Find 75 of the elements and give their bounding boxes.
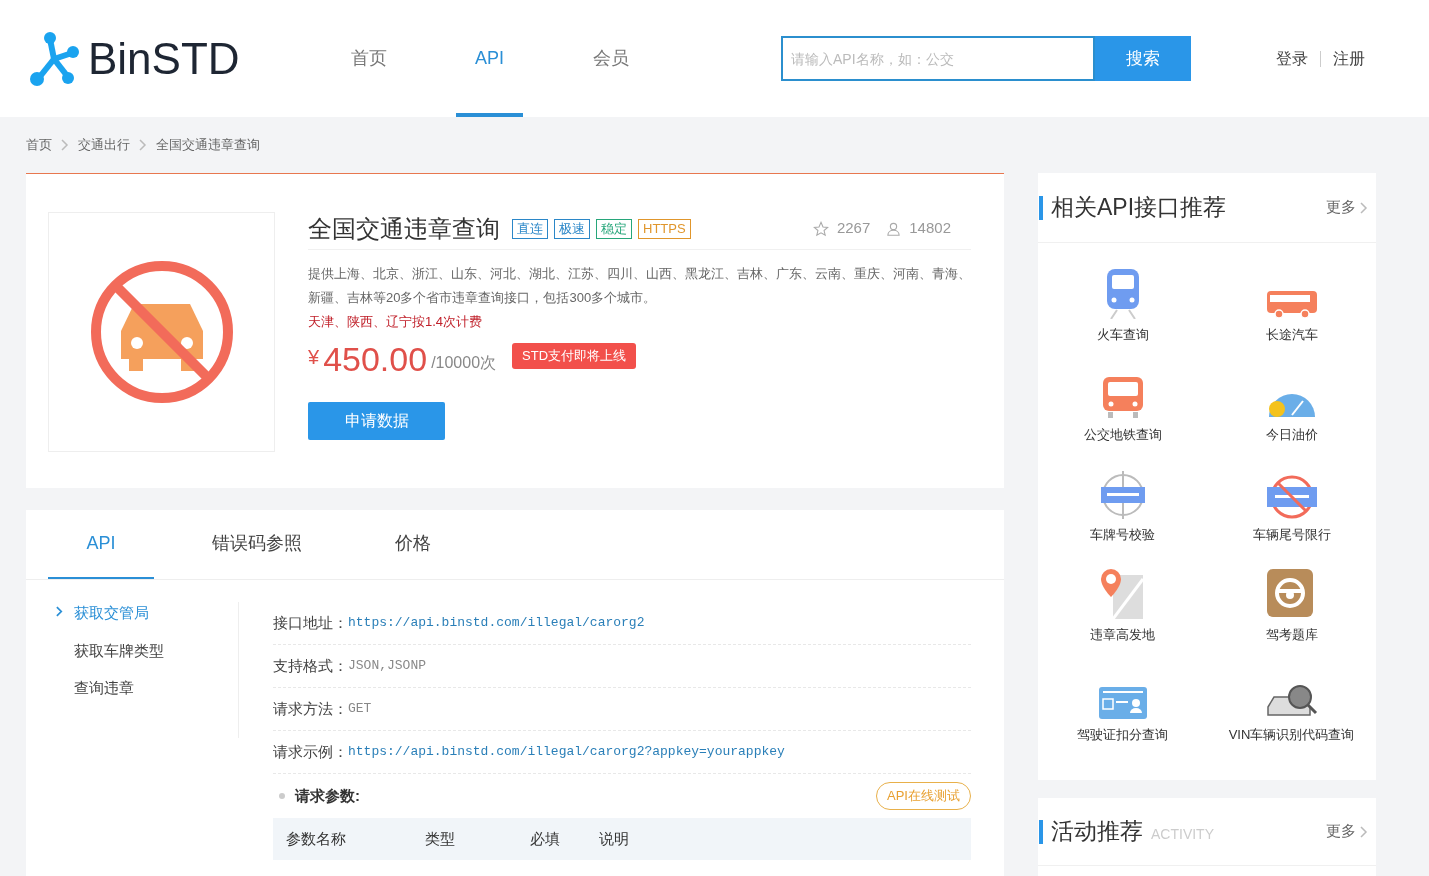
nav-link[interactable]: 会员 — [577, 0, 644, 117]
logo-text: BinSTD — [88, 36, 240, 81]
column-header: 类型 — [425, 828, 456, 849]
car-magnifier-icon — [1265, 683, 1318, 719]
tab[interactable]: 错误码参照 — [204, 510, 310, 579]
related-api-link[interactable]: VIN车辆识别代码查询 — [1207, 663, 1376, 763]
related-api-link[interactable]: 长途汽车 — [1207, 263, 1376, 363]
product-description: 提供上海、北京、浙江、山东、河北、湖北、江苏、四川、山西、黑龙江、吉林、广东、云南、重庆、河南、青海、新疆、吉林等20多个省市违章查询接口，包括300多个城市。 — [308, 265, 971, 307]
license-plate-target-icon — [1098, 471, 1147, 519]
field-label: 支持格式： — [273, 655, 348, 676]
search-field[interactable]: 请输入API名称，如：公交 — [781, 36, 1095, 81]
related-api-link[interactable]: 火车查询 — [1038, 263, 1207, 363]
star-icon — [812, 220, 829, 237]
method-link[interactable]: 查询违章 — [56, 677, 238, 700]
breadcrumb-link[interactable]: 交通出行 — [78, 135, 130, 155]
user-icon — [886, 220, 902, 237]
chevron-icon — [139, 139, 147, 151]
tag: 极速 — [554, 218, 590, 239]
login-link[interactable]: 登录 — [1276, 46, 1308, 71]
chevron-icon — [56, 606, 63, 617]
related-api-link[interactable]: 违章高发地 — [1038, 563, 1207, 663]
accent-bar — [1039, 819, 1043, 844]
section-title: 请求参数: — [295, 785, 360, 806]
breadcrumb-link[interactable]: 首页 — [26, 135, 52, 155]
bullet-icon — [279, 793, 285, 799]
id-card-icon — [1098, 687, 1147, 719]
column-header: 说明 — [599, 828, 630, 849]
price-unit: /10000次 — [431, 353, 497, 373]
tab[interactable]: 价格 — [360, 510, 466, 579]
chevron-icon — [1360, 201, 1368, 214]
field-label: 请求方法： — [273, 698, 348, 719]
related-api-link[interactable]: 驾考题库 — [1207, 563, 1376, 663]
page-title-text: 全国交通违章查询 — [156, 136, 260, 155]
tag: HTTPS — [638, 218, 691, 239]
panel-title: 相关API接口推荐 — [1051, 193, 1227, 223]
related-api-link[interactable]: 今日油价 — [1207, 363, 1376, 463]
favorite-count: 2267 — [836, 218, 871, 239]
method-link[interactable]: 获取交管局 — [56, 602, 238, 625]
chevron-icon — [61, 139, 69, 151]
currency-symbol: ¥ — [308, 345, 320, 370]
field-value: GET — [348, 700, 372, 719]
tag: 稳定 — [596, 218, 632, 239]
bus-icon — [1266, 289, 1317, 319]
nav-link[interactable]: 首页 — [335, 0, 402, 117]
nav-link[interactable]: API — [456, 0, 523, 117]
url-link[interactable]: https://api.binstd.com/illegal/carorg2 — [348, 613, 645, 633]
related-api-link[interactable]: 驾驶证扣分查询 — [1038, 663, 1207, 763]
train-icon — [1104, 269, 1141, 319]
register-link[interactable]: 注册 — [1333, 46, 1365, 71]
panel-title: 活动推荐 — [1051, 817, 1143, 847]
method-link[interactable]: 获取车牌类型 — [56, 639, 238, 662]
field-label: 接口地址： — [273, 612, 348, 633]
billing-note: 天津、陕西、辽宁按1.4次计费 — [308, 313, 484, 331]
no-car-icon — [88, 259, 235, 405]
product-title: 全国交通违章查询 — [308, 213, 500, 244]
field-value: JSON,JSONP — [348, 657, 426, 676]
url-link[interactable]: https://api.binstd.com/illegal/carorg2?appkey=yourappkey — [348, 742, 785, 762]
no-plate-icon — [1266, 475, 1317, 519]
promo-badge: STD支付即将上线 — [512, 343, 637, 369]
map-pin-icon — [1100, 569, 1145, 619]
column-header: 必填 — [530, 828, 561, 849]
logo-icon — [30, 30, 80, 87]
field-label: 请求示例： — [273, 741, 348, 762]
related-api-link[interactable]: 公交地铁查询 — [1038, 363, 1207, 463]
tag: 直连 — [512, 218, 548, 239]
more-link[interactable]: 更多 — [1326, 196, 1368, 219]
column-header: 参数名称 — [286, 828, 347, 849]
accent-bar — [1039, 195, 1043, 220]
related-api-link[interactable]: 车牌号校验 — [1038, 463, 1207, 563]
tab[interactable]: API — [48, 510, 154, 579]
chevron-icon — [1360, 825, 1368, 838]
user-count: 14802 — [909, 218, 951, 239]
more-link[interactable]: 更多 — [1326, 820, 1368, 843]
related-api-link[interactable]: 车辆尾号限行 — [1207, 463, 1376, 563]
price: 450.00 — [323, 342, 428, 376]
